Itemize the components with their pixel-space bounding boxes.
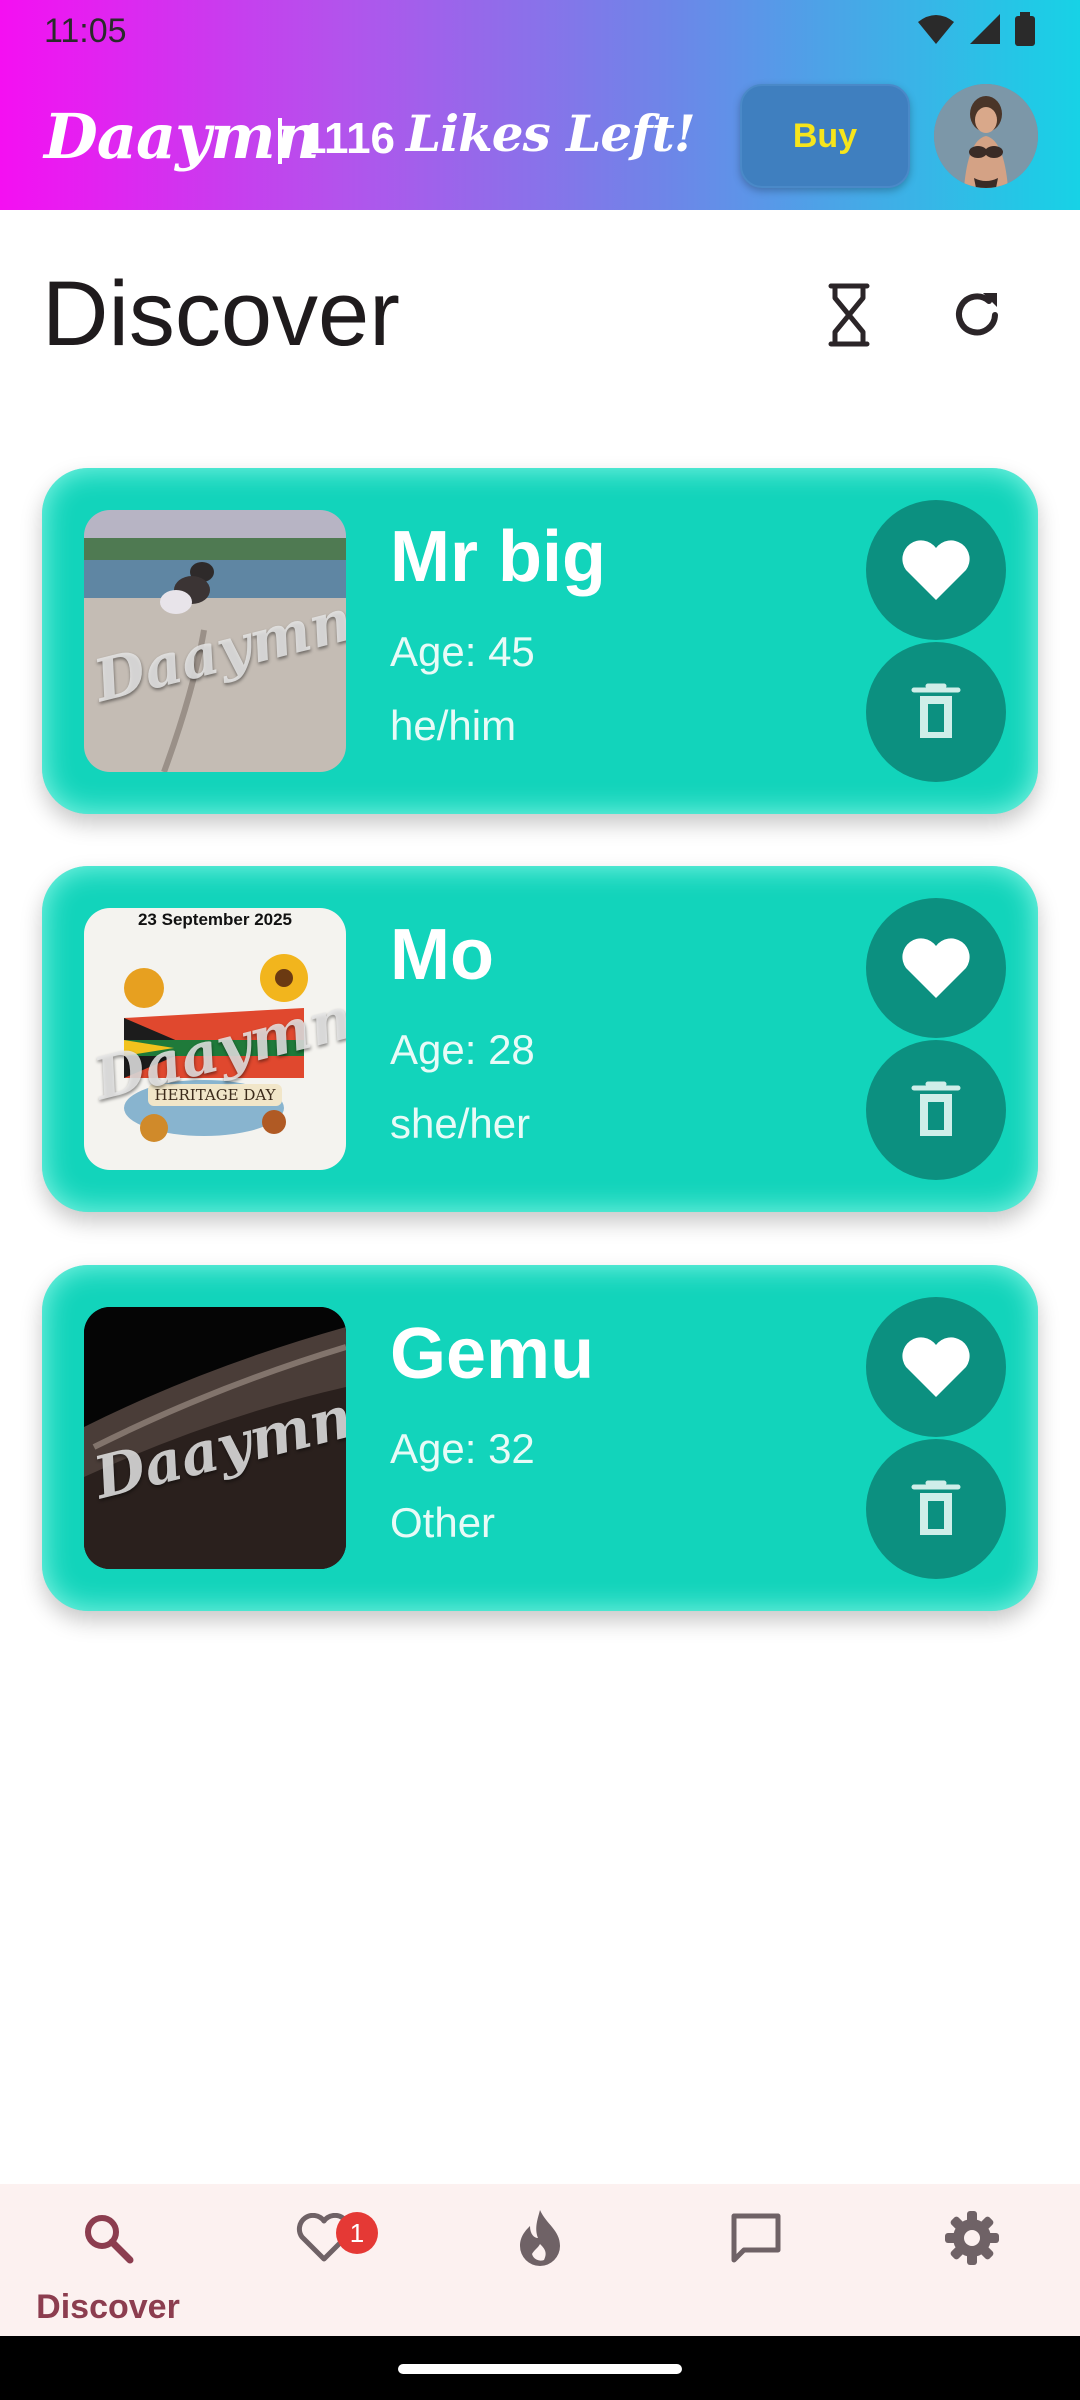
page-title: Discover [42, 263, 400, 365]
nav-item-discover[interactable]: Discover [0, 2184, 216, 2336]
bottom-nav: Discover 1 [0, 2184, 1080, 2336]
signal-icon [970, 14, 1000, 44]
like-button[interactable] [866, 1297, 1006, 1437]
photo-caption: 23 September 2025 [137, 910, 293, 929]
likes-count: 1116 [302, 114, 396, 163]
profile-card[interactable]: Daaymn! Mr big Age: 45 he/him [42, 468, 1038, 814]
profile-pronouns: she/her [390, 1100, 531, 1147]
heart-icon [902, 540, 970, 600]
profile-photo[interactable]: 23 September 2025 HERITAGE DAY Daaymn! [84, 908, 346, 1170]
header-divider [278, 118, 282, 164]
nav-label-discover: Discover [36, 2288, 180, 2326]
discover-screen: 11:05 Daaymn 1116 Likes Left! Buy Discov… [0, 0, 1080, 2400]
search-icon [78, 2208, 138, 2268]
delete-button[interactable] [866, 642, 1006, 782]
trash-icon [911, 1081, 961, 1136]
nav-item-settings[interactable] [864, 2184, 1080, 2336]
profile-photo[interactable]: Daaymn! [84, 1307, 346, 1569]
like-button[interactable] [866, 898, 1006, 1038]
profile-card[interactable]: Daaymn! Gemu Age: 32 Other [42, 1265, 1038, 1611]
profile-name: Mo [390, 915, 494, 995]
wifi-icon [918, 15, 954, 44]
trash-icon [911, 1480, 961, 1535]
profile-name: Mr big [390, 517, 606, 597]
battery-icon [1015, 12, 1035, 46]
profile-age: Age: 32 [390, 1425, 535, 1472]
nav-item-hot[interactable] [432, 2184, 648, 2336]
profile-name: Gemu [390, 1314, 595, 1394]
refresh-button[interactable] [932, 270, 1022, 360]
status-icons [916, 12, 1036, 46]
nav-item-likes[interactable]: 1 [216, 2184, 432, 2336]
profile-age: Age: 28 [390, 1026, 535, 1073]
refresh-icon [956, 293, 998, 336]
heart-icon [902, 1337, 970, 1397]
like-button[interactable] [866, 500, 1006, 640]
heart-icon [902, 938, 970, 998]
buy-button[interactable]: Buy [740, 84, 910, 188]
profile-pronouns: he/him [390, 702, 517, 749]
profile-pronouns: Other [390, 1499, 496, 1546]
chat-icon [726, 2208, 786, 2268]
avatar[interactable] [934, 84, 1038, 188]
app-header: 11:05 Daaymn 1116 Likes Left! Buy [0, 0, 1080, 210]
profile-card[interactable]: 23 September 2025 HERITAGE DAY Daaymn! M… [42, 866, 1038, 1212]
profile-photo[interactable]: Daaymn! [84, 510, 346, 772]
status-time: 11:05 [44, 12, 127, 50]
hourglass-button[interactable] [804, 270, 894, 360]
gear-icon [942, 2208, 1002, 2268]
flame-icon [510, 2208, 570, 2268]
nav-item-chats[interactable] [648, 2184, 864, 2336]
delete-button[interactable] [866, 1439, 1006, 1579]
notification-badge: 1 [336, 2212, 378, 2254]
likes-left-label: Likes Left! [406, 104, 696, 163]
profile-age: Age: 45 [390, 628, 535, 675]
delete-button[interactable] [866, 1040, 1006, 1180]
avatar-image [934, 84, 1038, 188]
gesture-handle[interactable] [398, 2364, 682, 2374]
hourglass-icon [828, 283, 870, 347]
trash-icon [911, 683, 961, 738]
